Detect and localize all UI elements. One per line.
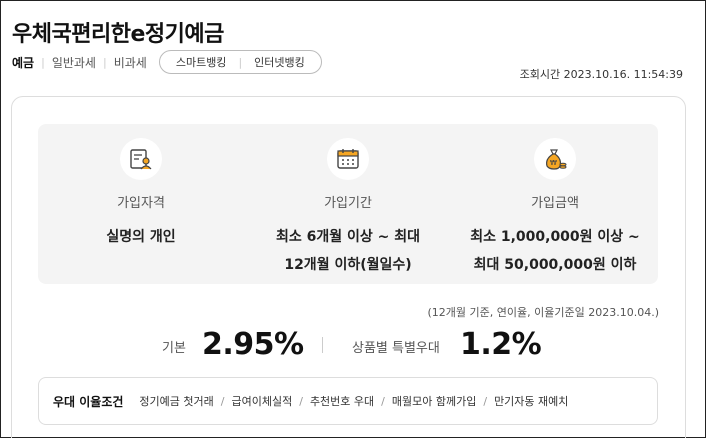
tag-deposit: 예금 bbox=[12, 55, 35, 70]
amount-section: ₩ 가입금액 최소 1,000,000원 이상 ~ 최대 50,000,000원… bbox=[452, 138, 658, 279]
rate-note: (12개월 기준, 연이율, 이율기준일 2023.10.04.) bbox=[427, 306, 659, 319]
summary-panel: 가입자격 실명의 개인 가입기간 최소 6개월 이상 ~ 최대 12개월 이하(… bbox=[38, 124, 658, 284]
condition-item-salary-transfer: 급여이체실적 bbox=[231, 395, 293, 408]
tag-tax-free: 비과세 bbox=[113, 55, 147, 70]
person-document-icon bbox=[120, 138, 162, 180]
special-rate-label: 상품별 특별우대 bbox=[352, 341, 440, 356]
calendar-icon bbox=[327, 138, 369, 180]
eligibility-value: 실명의 개인 bbox=[106, 229, 176, 245]
condition-item-referral: 추천번호 우대 bbox=[309, 395, 375, 408]
tag-general-tax: 일반과세 bbox=[51, 55, 96, 70]
rate-divider bbox=[322, 337, 323, 353]
eligibility-section: 가입자격 실명의 개인 bbox=[38, 138, 244, 251]
base-rate-label: 기본 bbox=[162, 341, 186, 356]
condition-item-auto-reinvest: 만기자동 재예치 bbox=[494, 395, 569, 408]
amount-value: 최소 1,000,000원 이상 ~ 최대 50,000,000원 이하 bbox=[452, 223, 658, 279]
conditions-title: 우대 이율조건 bbox=[53, 394, 124, 409]
period-value: 최소 6개월 이상 ~ 최대 12개월 이하(월일수) bbox=[245, 223, 451, 279]
amount-value-line2: 최대 50,000,000원 이하 bbox=[473, 257, 637, 273]
internet-banking-chip[interactable]: 인터넷뱅킹 bbox=[250, 54, 309, 70]
inquiry-time: 조회시간 2023.10.16. 11:54:39 bbox=[519, 68, 683, 81]
condition-item-monthly-saving: 매월모아 함께가입 bbox=[391, 395, 477, 408]
period-label: 가입기간 bbox=[324, 196, 372, 211]
period-value-line1: 최소 6개월 이상 ~ 최대 bbox=[275, 229, 420, 245]
eligibility-label: 가입자격 bbox=[117, 196, 165, 211]
amount-value-line1: 최소 1,000,000원 이상 ~ bbox=[470, 229, 640, 245]
rate-row: 기본 2.95% 상품별 특별우대 1.2% bbox=[0, 327, 706, 367]
smart-banking-chip[interactable]: 스마트뱅킹 bbox=[172, 54, 231, 70]
amount-label: 가입금액 bbox=[531, 196, 579, 211]
channel-chip-group: 스마트뱅킹 | 인터넷뱅킹 bbox=[158, 50, 322, 74]
product-meta-row: 예금 | 일반과세 | 비과세 스마트뱅킹 | 인터넷뱅킹 bbox=[12, 50, 322, 74]
period-section: 가입기간 최소 6개월 이상 ~ 최대 12개월 이하(월일수) bbox=[245, 138, 451, 279]
condition-item-first-deposit: 정기예금 첫거래 bbox=[139, 395, 214, 408]
svg-text:₩: ₩ bbox=[550, 159, 557, 167]
page-title: 우체국편리한e정기예금 bbox=[12, 22, 224, 47]
special-rate-value: 1.2% bbox=[460, 327, 542, 362]
base-rate-value: 2.95% bbox=[202, 327, 304, 362]
period-value-line2: 12개월 이하(월일수) bbox=[284, 257, 412, 273]
preferential-conditions: 우대 이율조건 정기예금 첫거래 / 급여이체실적 / 추천번호 우대 / 매월… bbox=[38, 377, 658, 425]
money-bag-icon: ₩ bbox=[534, 138, 576, 180]
